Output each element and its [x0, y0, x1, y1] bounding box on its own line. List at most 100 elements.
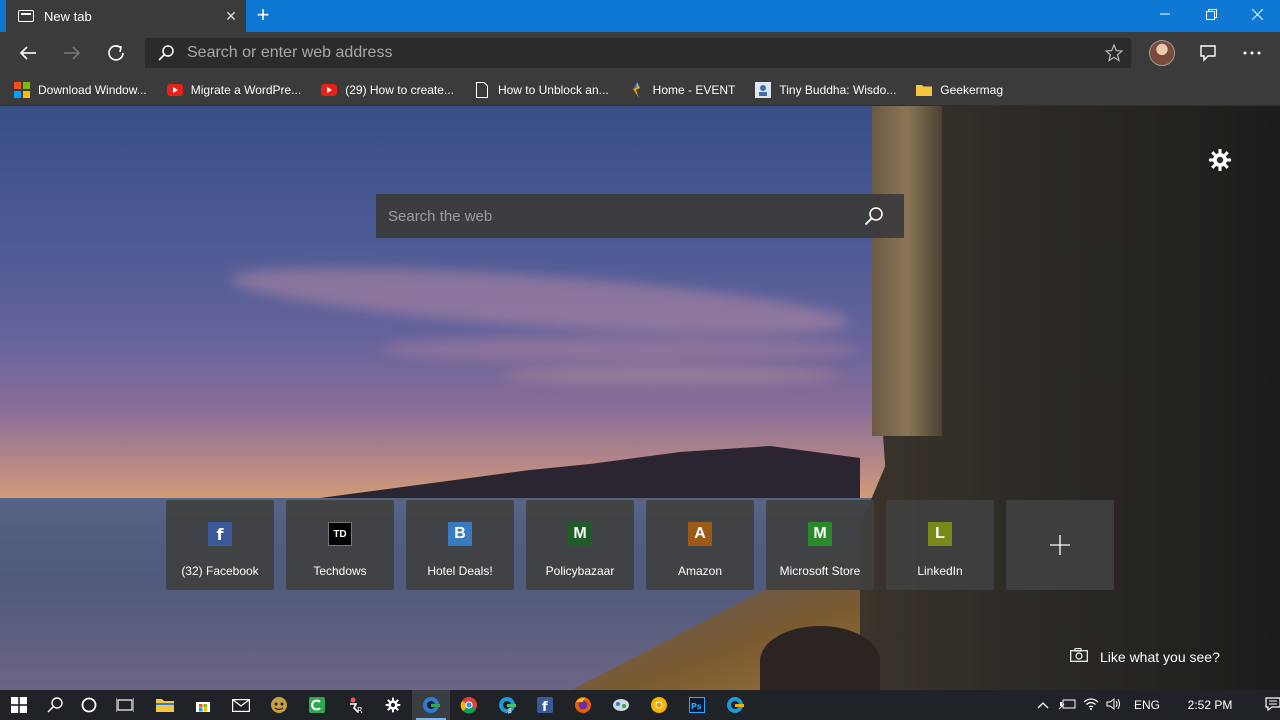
top-site-label: LinkedIn — [917, 564, 963, 578]
favorite-label: Geekermag — [940, 82, 1003, 97]
chrome-canary-icon[interactable] — [640, 690, 678, 720]
clock-time[interactable]: 2:52 PM — [1180, 698, 1240, 712]
more-dots-icon — [1243, 51, 1261, 55]
search-icon — [864, 207, 883, 226]
refresh-button[interactable] — [100, 37, 132, 69]
forward-arrow-icon — [64, 46, 81, 60]
profile-avatar[interactable] — [1149, 40, 1175, 66]
windows-start-icon — [11, 697, 27, 713]
app-runner-icon[interactable]: R — [336, 690, 374, 720]
close-window-button[interactable] — [1234, 0, 1280, 28]
title-bar: New tab ✕ + — [0, 0, 1280, 32]
camtasia-icon[interactable] — [298, 690, 336, 720]
share-feedback-icon — [1200, 45, 1216, 62]
top-site-tile[interactable]: A Amazon — [646, 500, 754, 590]
search-icon — [158, 45, 174, 61]
plus-icon — [1006, 500, 1114, 590]
search-icon — [47, 697, 63, 713]
top-site-tile[interactable]: TD Techdows — [286, 500, 394, 590]
tinybuddha-icon — [755, 81, 772, 98]
close-icon — [1251, 8, 1263, 20]
like-background-link[interactable]: Like what you see? — [1070, 648, 1220, 665]
refresh-icon — [108, 45, 124, 61]
back-arrow-icon — [19, 46, 36, 60]
svg-text:β: β — [508, 708, 512, 714]
web-search-button[interactable] — [844, 206, 904, 226]
svg-text:R: R — [357, 706, 363, 714]
web-search-input[interactable]: Search the web — [388, 208, 844, 225]
facebook-taskbar-icon[interactable]: f — [526, 690, 564, 720]
page-icon — [474, 81, 490, 98]
youtube-icon — [321, 82, 338, 98]
hotel-deals-icon: B — [448, 522, 472, 546]
favorite-item[interactable]: Migrate a WordPre... — [166, 82, 302, 98]
input-language[interactable]: ENG — [1134, 698, 1170, 712]
navigation-bar: Search or enter web address — [0, 32, 1280, 74]
new-tab-button[interactable]: + — [250, 2, 276, 30]
chrome-icon[interactable] — [450, 690, 488, 720]
edge-beta-icon[interactable]: β — [488, 690, 526, 720]
youtube-icon — [166, 82, 183, 98]
favorite-label: Home - EVENT — [652, 82, 736, 97]
tab-new-tab[interactable]: New tab ✕ — [6, 0, 246, 32]
app-face-icon[interactable] — [260, 690, 298, 720]
favorite-item[interactable]: Download Window... — [14, 81, 147, 98]
minimize-button[interactable] — [1142, 0, 1188, 28]
favorite-label: (29) How to create... — [345, 82, 454, 97]
photoshop-icon[interactable]: Ps — [678, 690, 716, 720]
task-view-button[interactable] — [106, 690, 144, 720]
top-site-tile[interactable]: M Policybazaar — [526, 500, 634, 590]
page-settings-gear-icon[interactable] — [1208, 148, 1232, 172]
edge-canary-icon[interactable] — [716, 690, 754, 720]
svg-text:Ps: Ps — [691, 702, 702, 711]
cortana-button[interactable] — [70, 690, 108, 720]
wifi-icon[interactable] — [1080, 697, 1102, 713]
firefox-icon[interactable] — [564, 690, 602, 720]
top-site-tile[interactable]: M Microsoft Store — [766, 500, 874, 590]
top-site-tile[interactable]: L LinkedIn — [886, 500, 994, 590]
techdows-icon: TD — [328, 522, 352, 546]
address-bar[interactable]: Search or enter web address — [145, 38, 1131, 68]
file-explorer-icon[interactable] — [146, 690, 184, 720]
read-aloud-button[interactable] — [1192, 37, 1224, 69]
policybazaar-icon: M — [568, 522, 592, 546]
top-site-label: Amazon — [677, 564, 723, 578]
top-site-tile[interactable]: f (32) Facebook — [166, 500, 274, 590]
folder-icon — [916, 82, 933, 98]
camera-icon — [1070, 648, 1088, 665]
action-center-notification-icon[interactable] — [1260, 696, 1280, 714]
favorite-item[interactable]: Geekermag — [916, 82, 1003, 98]
settings-taskbar-icon[interactable] — [374, 690, 412, 720]
amazon-icon: A — [688, 522, 712, 546]
app-blob-icon[interactable] — [602, 690, 640, 720]
battery-icon[interactable] — [1054, 698, 1080, 713]
mail-icon[interactable] — [222, 690, 260, 720]
microsoft-store-taskbar-icon[interactable] — [184, 690, 222, 720]
add-top-site-button[interactable] — [1006, 500, 1114, 590]
favorite-label: Migrate a WordPre... — [190, 82, 302, 97]
favorite-item[interactable]: (29) How to create... — [321, 82, 454, 98]
system-tray: ENG 2:52 PM — [1034, 690, 1280, 720]
start-button[interactable] — [0, 690, 38, 720]
favorite-star-button[interactable] — [1097, 44, 1131, 62]
taskbar-search-button[interactable] — [36, 690, 74, 720]
close-tab-icon[interactable]: ✕ — [216, 8, 246, 25]
settings-more-button[interactable] — [1236, 37, 1268, 69]
favorite-item[interactable]: How to Unblock an... — [474, 81, 609, 98]
top-site-tile[interactable]: B Hotel Deals! — [406, 500, 514, 590]
top-site-label: (32) Facebook — [181, 564, 259, 578]
edge-dev-taskbar-icon[interactable] — [412, 690, 450, 720]
favorite-label: Tiny Buddha: Wisdo... — [779, 82, 897, 97]
favorite-item[interactable]: Home - EVENT — [629, 81, 736, 98]
show-hidden-icons-chevron-up-icon[interactable] — [1034, 698, 1052, 712]
svg-text:f: f — [542, 700, 548, 713]
forward-button[interactable] — [56, 37, 88, 69]
volume-icon[interactable] — [1102, 697, 1126, 713]
web-search-box[interactable]: Search the web — [376, 194, 904, 238]
address-input[interactable]: Search or enter web address — [187, 44, 1097, 62]
favorite-item[interactable]: Tiny Buddha: Wisdo... — [755, 81, 897, 98]
back-button[interactable] — [12, 37, 44, 69]
favorite-label: Download Window... — [38, 82, 147, 97]
top-site-label: Policybazaar — [545, 564, 615, 578]
restore-button[interactable] — [1188, 0, 1234, 28]
